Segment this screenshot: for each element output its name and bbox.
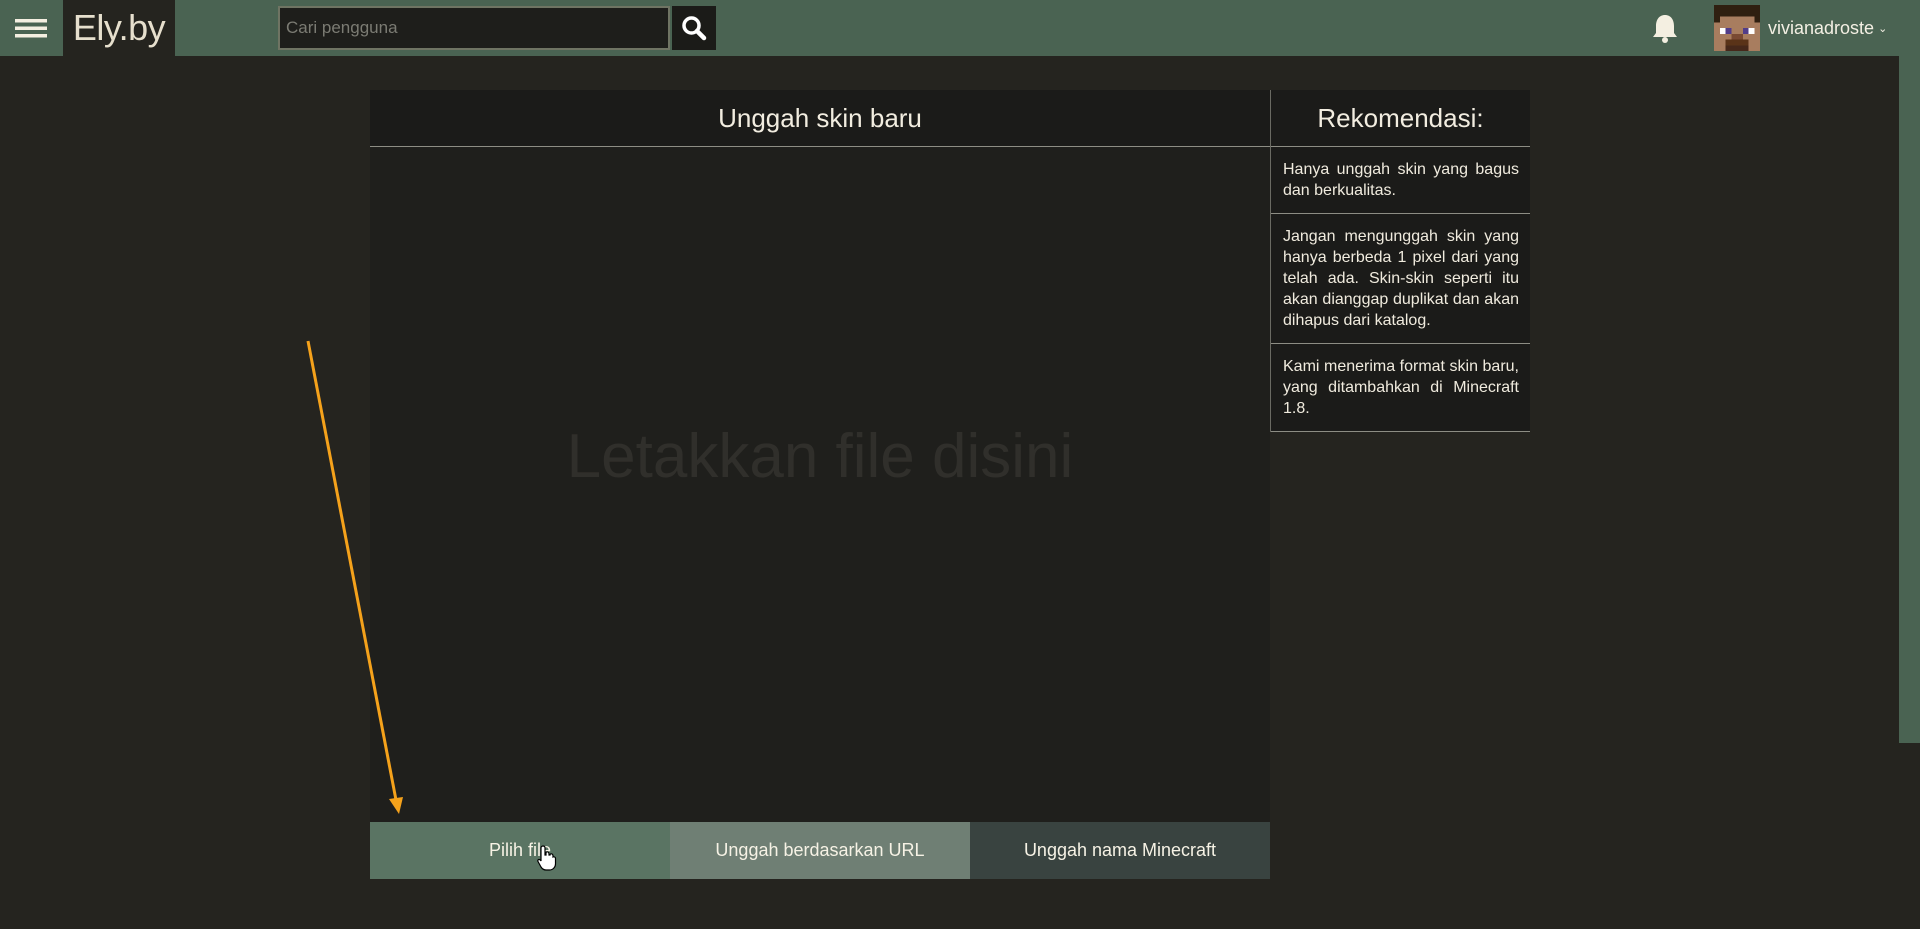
recommendation-item: Jangan mengunggah skin yang hanya berbed… — [1271, 214, 1530, 344]
search-icon — [682, 16, 707, 41]
recommendations-title: Rekomendasi: — [1271, 90, 1530, 147]
notifications-button[interactable] — [1648, 11, 1682, 45]
recommendations-panel: Rekomendasi: Hanya unggah skin yang bagu… — [1270, 90, 1530, 432]
dropzone-text: Letakkan file disini — [566, 422, 1074, 491]
recommendation-item: Hanya unggah skin yang bagus dan berkual… — [1271, 147, 1530, 214]
upload-title: Unggah skin baru — [370, 90, 1270, 147]
upload-by-url-button[interactable]: Unggah berdasarkan URL — [670, 822, 970, 879]
hand-pointer-cursor-icon — [537, 845, 557, 871]
username[interactable]: vivianadroste — [1768, 18, 1874, 39]
file-dropzone[interactable]: Letakkan file disini — [370, 147, 1270, 822]
upload-minecraft-name-button[interactable]: Unggah nama Minecraft — [970, 822, 1270, 879]
hamburger-menu-icon[interactable] — [0, 0, 62, 56]
choose-file-button[interactable]: Pilih file — [370, 822, 670, 879]
site-logo[interactable]: Ely.by — [63, 0, 175, 56]
search-input[interactable] — [278, 6, 670, 50]
user-menu[interactable]: vivianadroste ⌄ — [1714, 5, 1887, 51]
scrollbar-thumb[interactable] — [1899, 0, 1920, 743]
upload-button-row: Pilih file Unggah berdasarkan URL Unggah… — [370, 822, 1270, 879]
chevron-down-icon[interactable]: ⌄ — [1878, 22, 1887, 35]
upload-panel: Unggah skin baru Letakkan file disini Pi… — [370, 90, 1270, 879]
bell-icon — [1653, 15, 1677, 43]
avatar — [1714, 5, 1760, 51]
recommendation-item: Kami menerima format skin baru, yang dit… — [1271, 344, 1530, 432]
top-navigation-bar: Ely.by vivianadroste ⌄ — [0, 0, 1899, 56]
search-button[interactable] — [672, 6, 716, 50]
